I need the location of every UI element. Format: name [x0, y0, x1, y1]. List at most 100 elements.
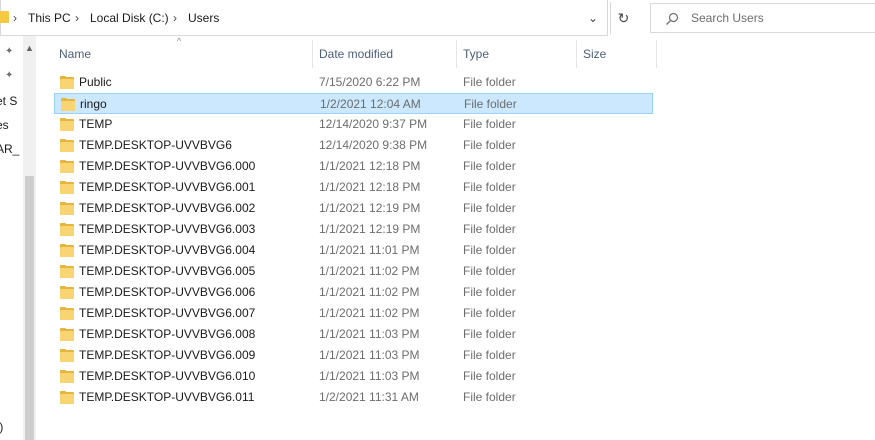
- file-name: TEMP.DESKTOP-UVVBVG6.009: [79, 348, 256, 362]
- file-type: File folder: [463, 243, 516, 257]
- column-divider[interactable]: [312, 40, 313, 68]
- file-row[interactable]: TEMP.DESKTOP-UVVBVG6.009 1/1/2021 11:03 P…: [54, 345, 653, 366]
- file-name: TEMP.DESKTOP-UVVBVG6.007: [79, 306, 256, 320]
- file-name: Public: [79, 75, 112, 89]
- search-input[interactable]: Search Users: [650, 3, 875, 33]
- file-date-modified: 12/14/2020 9:37 PM: [319, 117, 428, 131]
- file-row[interactable]: TEMP.DESKTOP-UVVBVG6.008 1/1/2021 11:03 P…: [54, 324, 653, 345]
- file-date-modified: 1/1/2021 11:03 PM: [319, 327, 420, 341]
- file-type: File folder: [464, 97, 517, 111]
- folder-icon: [60, 370, 74, 383]
- column-divider[interactable]: [456, 40, 457, 68]
- file-date-modified: 1/2/2021 12:04 AM: [320, 97, 421, 111]
- nav-item[interactable]: AR_: [0, 142, 19, 156]
- file-name: TEMP.DESKTOP-UVVBVG6.010: [79, 369, 256, 383]
- nav-item[interactable]: et S: [0, 94, 17, 108]
- file-type: File folder: [463, 390, 516, 404]
- file-date-modified: 1/1/2021 11:02 PM: [319, 285, 420, 299]
- folder-icon: [60, 139, 74, 152]
- file-date-modified: 1/2/2021 11:31 AM: [319, 390, 419, 404]
- file-row[interactable]: TEMP.DESKTOP-UVVBVG6.001 1/1/2021 12:18 P…: [54, 177, 653, 198]
- file-type: File folder: [463, 180, 516, 194]
- file-name: TEMP.DESKTOP-UVVBVG6.008: [79, 327, 256, 341]
- file-date-modified: 1/1/2021 11:03 PM: [319, 369, 420, 383]
- chevron-right-icon[interactable]: ›: [173, 10, 177, 26]
- file-row[interactable]: TEMP.DESKTOP-UVVBVG6.005 1/1/2021 11:02 P…: [54, 261, 653, 282]
- breadcrumb-local-disk[interactable]: Local Disk (C:): [90, 10, 169, 26]
- column-divider[interactable]: [576, 40, 577, 68]
- column-header-type[interactable]: Type: [463, 44, 489, 64]
- file-row[interactable]: TEMP.DESKTOP-UVVBVG6.004 1/1/2021 11:01 P…: [54, 240, 653, 261]
- pin-icon[interactable]: ✦: [5, 70, 17, 82]
- file-type: File folder: [463, 138, 516, 152]
- folder-icon: [60, 391, 74, 404]
- search-icon: [666, 12, 679, 25]
- file-type: File folder: [463, 348, 516, 362]
- folder-icon: [60, 118, 74, 131]
- column-header-size[interactable]: Size: [583, 44, 606, 64]
- file-date-modified: 1/1/2021 12:18 PM: [319, 180, 421, 194]
- file-type: File folder: [463, 327, 516, 341]
- folder-icon: [60, 307, 74, 320]
- file-type: File folder: [463, 201, 516, 215]
- column-divider[interactable]: [656, 40, 657, 68]
- file-type: File folder: [463, 369, 516, 383]
- folder-icon: [60, 160, 74, 173]
- sort-ascending-icon: ^: [177, 36, 182, 46]
- nav-item[interactable]: :): [0, 420, 3, 434]
- pin-icon[interactable]: ✦: [5, 46, 17, 58]
- file-row[interactable]: TEMP.DESKTOP-UVVBVG6.007 1/1/2021 11:02 P…: [54, 303, 653, 324]
- file-type: File folder: [463, 159, 516, 173]
- file-row[interactable]: TEMP.DESKTOP-UVVBVG6.000 1/1/2021 12:18 P…: [54, 156, 653, 177]
- file-name: TEMP.DESKTOP-UVVBVG6.002: [79, 201, 256, 215]
- breadcrumb-users[interactable]: Users: [188, 10, 219, 26]
- file-name: TEMP: [79, 117, 113, 131]
- nav-scrollbar[interactable]: ▲: [23, 36, 36, 440]
- navigation-pane[interactable]: ✦ ✦ et S es AR_ :) ▲: [0, 36, 36, 440]
- folder-icon: [60, 349, 74, 362]
- folder-icon: [60, 286, 74, 299]
- folder-icon: [61, 98, 75, 111]
- file-row[interactable]: TEMP.DESKTOP-UVVBVG6.006 1/1/2021 11:02 P…: [54, 282, 653, 303]
- file-name: ringo: [80, 97, 107, 111]
- file-type: File folder: [463, 222, 516, 236]
- folder-icon: [60, 76, 74, 89]
- file-row[interactable]: TEMP.DESKTOP-UVVBVG6.011 1/2/2021 11:31 A…: [54, 387, 653, 408]
- file-type: File folder: [463, 75, 516, 89]
- column-header-date[interactable]: Date modified: [319, 44, 393, 64]
- file-row[interactable]: TEMP.DESKTOP-UVVBVG6.010 1/1/2021 11:03 P…: [54, 366, 653, 387]
- file-row[interactable]: Public 7/15/2020 6:22 PM File folder: [54, 72, 653, 93]
- file-type: File folder: [463, 306, 516, 320]
- file-name: TEMP.DESKTOP-UVVBVG6.005: [79, 264, 256, 278]
- file-row[interactable]: TEMP.DESKTOP-UVVBVG6 12/14/2020 9:38 PM Fi…: [54, 135, 653, 156]
- folder-icon: [60, 202, 74, 215]
- file-date-modified: 1/1/2021 12:19 PM: [319, 222, 421, 236]
- scroll-up-icon[interactable]: ▲: [23, 42, 36, 54]
- file-name: TEMP.DESKTOP-UVVBVG6.001: [79, 180, 256, 194]
- file-type: File folder: [463, 285, 516, 299]
- file-row[interactable]: TEMP.DESKTOP-UVVBVG6.003 1/1/2021 12:19 P…: [54, 219, 653, 240]
- file-row[interactable]: TEMP 12/14/2020 9:37 PM File folder: [54, 114, 653, 135]
- folder-icon: [60, 265, 74, 278]
- column-header-name[interactable]: Name: [59, 44, 91, 64]
- scrollbar-thumb[interactable]: [25, 176, 34, 440]
- folder-icon: [60, 181, 74, 194]
- chevron-right-icon[interactable]: ›: [75, 10, 79, 26]
- refresh-icon[interactable]: ↻: [610, 2, 636, 34]
- file-date-modified: 1/1/2021 11:03 PM: [319, 348, 420, 362]
- folder-icon: [0, 11, 9, 23]
- file-date-modified: 7/15/2020 6:22 PM: [319, 75, 421, 89]
- file-name: TEMP.DESKTOP-UVVBVG6.006: [79, 285, 256, 299]
- chevron-down-icon[interactable]: ⌄: [583, 10, 603, 26]
- chevron-right-icon[interactable]: ›: [13, 10, 17, 26]
- file-date-modified: 1/1/2021 11:02 PM: [319, 306, 420, 320]
- nav-item[interactable]: es: [0, 118, 9, 132]
- file-row[interactable]: ringo 1/2/2021 12:04 AM File folder: [54, 93, 653, 114]
- folder-icon: [60, 244, 74, 257]
- address-bar[interactable]: › This PC › Local Disk (C:) › Users ⌄: [0, 0, 608, 36]
- breadcrumb-this-pc[interactable]: This PC: [28, 10, 71, 26]
- file-name: TEMP.DESKTOP-UVVBVG6: [79, 138, 232, 152]
- file-name: TEMP.DESKTOP-UVVBVG6.011: [79, 390, 255, 404]
- file-row[interactable]: TEMP.DESKTOP-UVVBVG6.002 1/1/2021 12:19 P…: [54, 198, 653, 219]
- file-name: TEMP.DESKTOP-UVVBVG6.000: [79, 159, 256, 173]
